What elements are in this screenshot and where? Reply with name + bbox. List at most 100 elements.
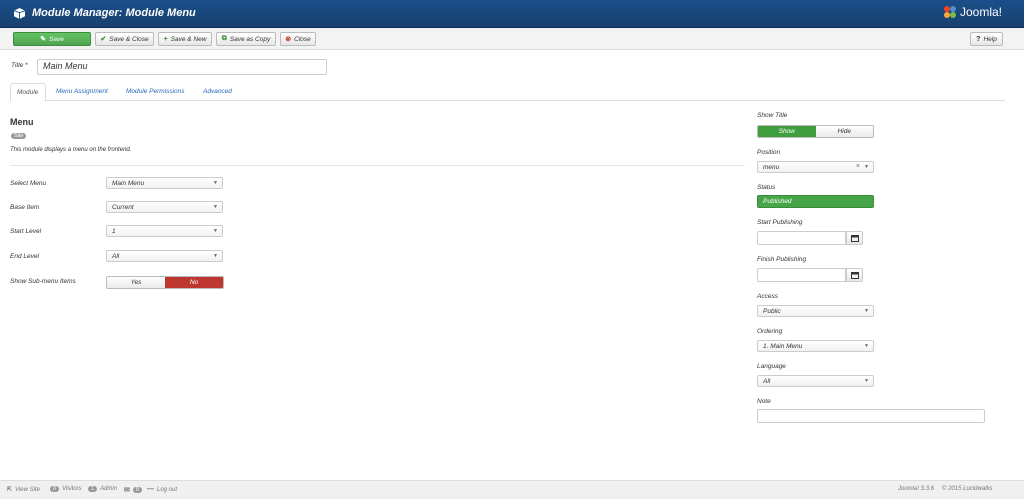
logo-text: Joomla! bbox=[959, 5, 1002, 19]
tab-advanced[interactable]: Advanced bbox=[197, 83, 238, 101]
position-label: Position bbox=[757, 149, 781, 156]
title-label-text: Title bbox=[11, 62, 24, 69]
show-sub-no[interactable]: No bbox=[165, 277, 223, 288]
clear-icon[interactable]: × bbox=[856, 163, 860, 170]
title-label: Title * bbox=[11, 62, 28, 69]
language-dropdown[interactable]: All ▼ bbox=[757, 375, 874, 387]
status-dropdown[interactable]: Published bbox=[757, 195, 874, 208]
help-button[interactable]: ? Help bbox=[970, 32, 1003, 46]
required-marker: * bbox=[25, 62, 28, 69]
save-new-button[interactable]: + Save & New bbox=[158, 32, 212, 46]
note-input[interactable] bbox=[757, 409, 985, 423]
caret-down-icon: ▼ bbox=[213, 180, 218, 186]
admin-text: Admin bbox=[100, 486, 118, 492]
language-value: All bbox=[763, 378, 771, 385]
language-label: Language bbox=[757, 363, 786, 370]
main-content: Title * Main Menu Module Menu Assignment… bbox=[0, 50, 1024, 480]
status-footer: ⇱ View Site 0 Visitors 1 Admin ✉ 0 — Log… bbox=[0, 480, 1024, 499]
save-close-button[interactable]: ✔ Save & Close bbox=[95, 32, 154, 46]
save-label: Save bbox=[49, 35, 64, 43]
copy-icon: ⧉ bbox=[221, 35, 227, 42]
show-sub-toggle: Yes No bbox=[106, 276, 224, 289]
visitors-count: 0 bbox=[50, 486, 60, 492]
select-menu-dropdown[interactable]: Main Menu ▼ bbox=[106, 177, 223, 189]
caret-down-icon: ▼ bbox=[864, 343, 869, 349]
note-label: Note bbox=[757, 398, 771, 405]
ordering-dropdown[interactable]: 1. Main Menu ▼ bbox=[757, 340, 874, 352]
show-title-toggle: Show Hide bbox=[757, 125, 874, 138]
page-title: Module Manager: Module Menu bbox=[32, 7, 196, 19]
show-title-show[interactable]: Show bbox=[758, 126, 816, 137]
show-sub-yes[interactable]: Yes bbox=[107, 277, 165, 288]
joomla-logo[interactable]: Joomla! bbox=[943, 5, 1002, 19]
select-menu-value: Main Menu bbox=[112, 180, 145, 187]
close-icon: ⊗ bbox=[285, 36, 292, 43]
start-publishing-input[interactable] bbox=[757, 231, 846, 245]
close-button[interactable]: ⊗ Close bbox=[280, 32, 316, 46]
save-copy-label: Save as Copy bbox=[229, 35, 271, 43]
end-level-label: End Level bbox=[10, 253, 39, 260]
calendar-icon bbox=[850, 234, 859, 242]
admin-indicator: 1 Admin bbox=[88, 486, 117, 492]
caret-down-icon: ▼ bbox=[864, 164, 869, 170]
caret-down-icon: ▼ bbox=[864, 308, 869, 314]
view-site-link[interactable]: ⇱ View Site bbox=[7, 486, 40, 494]
access-value: Public bbox=[763, 308, 781, 315]
caret-down-icon: ▼ bbox=[864, 378, 869, 384]
access-dropdown[interactable]: Public ▼ bbox=[757, 305, 874, 317]
module-description: This module displays a menu on the front… bbox=[10, 147, 132, 153]
admin-count: 1 bbox=[88, 486, 98, 492]
finish-publishing-calendar-button[interactable] bbox=[846, 268, 863, 282]
start-level-label: Start Level bbox=[10, 228, 42, 235]
logout-link[interactable]: — Log out bbox=[147, 486, 177, 493]
start-publishing-calendar-button[interactable] bbox=[846, 231, 863, 245]
position-dropdown[interactable]: menu × ▼ bbox=[757, 161, 874, 173]
access-label: Access bbox=[757, 293, 778, 300]
show-title-label: Show Title bbox=[757, 112, 788, 119]
select-menu-label: Select Menu bbox=[10, 180, 47, 187]
divider bbox=[10, 165, 745, 166]
finish-publishing-input[interactable] bbox=[757, 268, 846, 282]
ordering-label: Ordering bbox=[757, 328, 783, 335]
logout-text: Log out bbox=[157, 486, 178, 493]
messages-count: 0 bbox=[132, 487, 142, 493]
tab-menu-assignment[interactable]: Menu Assignment bbox=[50, 83, 114, 101]
start-level-dropdown[interactable]: 1 ▼ bbox=[106, 225, 223, 237]
base-item-dropdown[interactable]: Current ▼ bbox=[106, 201, 223, 213]
end-level-value: All bbox=[112, 253, 120, 260]
show-title-hide[interactable]: Hide bbox=[815, 126, 873, 137]
site-badge-text: Site bbox=[11, 133, 27, 139]
save-button[interactable]: ✎ Save bbox=[13, 32, 91, 46]
envelope-icon: ✉ bbox=[124, 487, 130, 494]
messages-indicator[interactable]: ✉ 0 bbox=[124, 486, 142, 494]
external-link-icon: ⇱ bbox=[7, 487, 13, 493]
visitors-text: Visitors bbox=[62, 486, 82, 492]
start-level-value: 1 bbox=[112, 228, 116, 235]
edit-icon: ✎ bbox=[40, 36, 47, 43]
end-level-dropdown[interactable]: All ▼ bbox=[106, 250, 223, 262]
tab-module[interactable]: Module bbox=[10, 83, 46, 102]
site-badge: Site bbox=[11, 132, 27, 139]
save-copy-button[interactable]: ⧉ Save as Copy bbox=[216, 32, 276, 46]
caret-down-icon: ▼ bbox=[213, 253, 218, 259]
visitors-indicator: 0 Visitors bbox=[50, 486, 82, 492]
save-close-label: Save & Close bbox=[109, 35, 149, 43]
calendar-icon bbox=[850, 271, 859, 279]
caret-down-icon: ▼ bbox=[213, 204, 218, 210]
version-text: Joomla! 3.3.6 bbox=[898, 486, 935, 492]
finish-publishing-label: Finish Publishing bbox=[757, 256, 807, 263]
toolbar: ✎ Save ✔ Save & Close + Save & New ⧉ Sav… bbox=[0, 28, 1024, 50]
position-value: menu bbox=[763, 164, 780, 171]
module-heading: Menu bbox=[10, 117, 34, 127]
app-header: Module Manager: Module Menu Joomla! bbox=[0, 0, 1024, 28]
show-sub-label: Show Sub-menu Items bbox=[10, 278, 76, 285]
cube-icon bbox=[14, 8, 25, 19]
tab-module-permissions[interactable]: Module Permissions bbox=[120, 83, 191, 101]
title-input[interactable]: Main Menu bbox=[37, 59, 327, 75]
view-site-text: View Site bbox=[15, 486, 40, 493]
base-item-value: Current bbox=[112, 204, 134, 211]
ordering-value: 1. Main Menu bbox=[763, 343, 803, 350]
question-icon: ? bbox=[976, 35, 981, 43]
copyright-text: © 2015 Lucidwalks bbox=[942, 486, 993, 492]
close-label: Close bbox=[294, 35, 311, 43]
